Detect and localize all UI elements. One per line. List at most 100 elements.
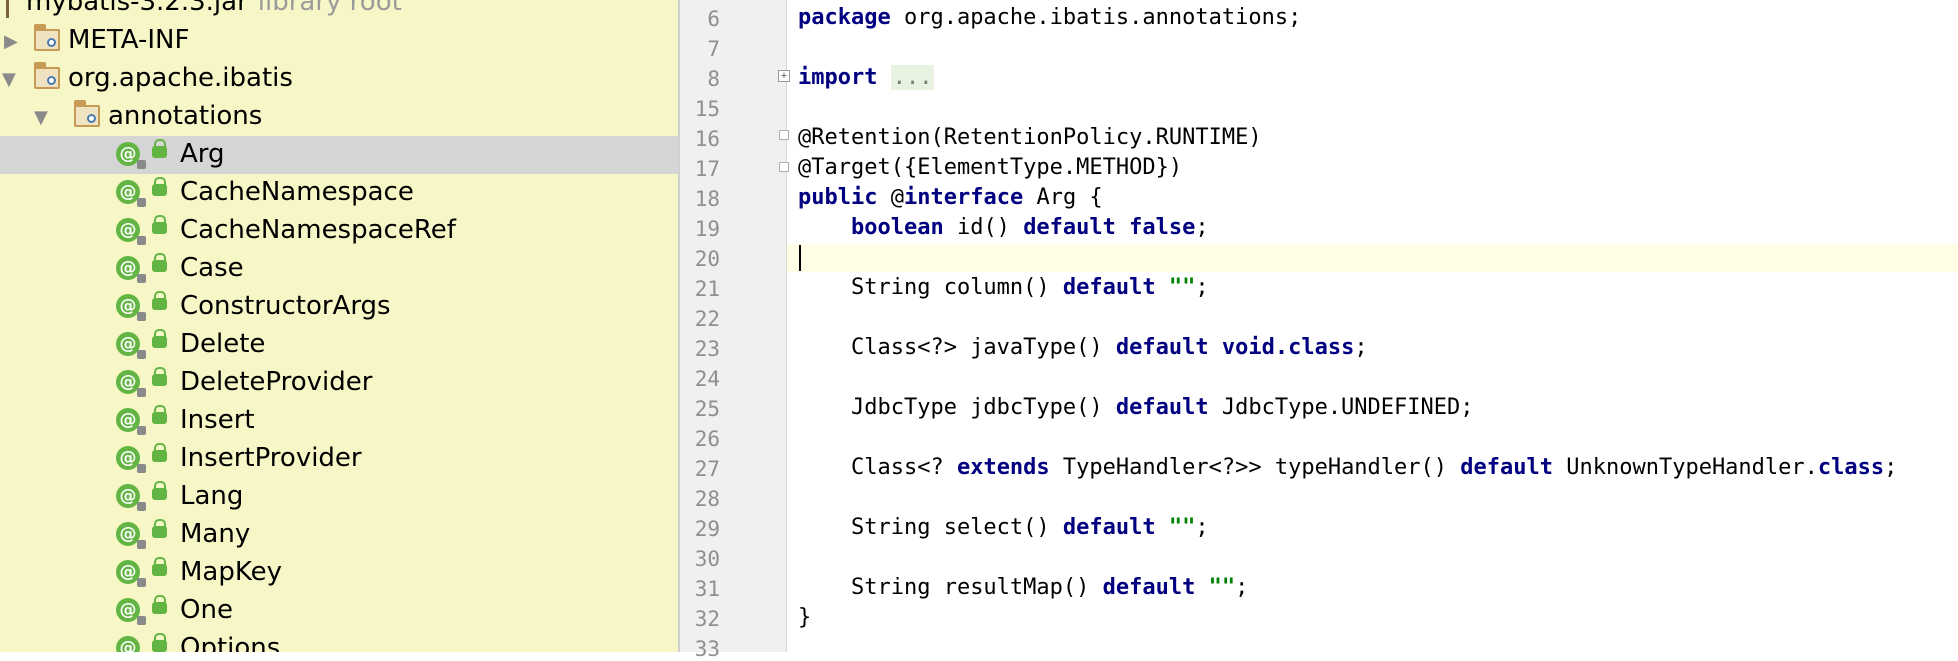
collapsed-imports[interactable]: ... (890, 65, 935, 90)
line-number[interactable]: 7 (680, 37, 720, 61)
code-line-23[interactable]: Class<?> javaType() default void.class; (798, 335, 1368, 360)
tree-item-annotation[interactable]: @ Lang (0, 478, 678, 516)
lock-icon (152, 557, 167, 576)
folder-label: annotations (108, 101, 263, 131)
tree-item-annotation[interactable]: @ Case (0, 250, 678, 288)
line-number[interactable]: 19 (680, 217, 720, 241)
line-number[interactable]: 32 (680, 607, 720, 631)
lock-icon (152, 595, 167, 614)
annotation-icon: @ (116, 256, 146, 283)
tree-item-annotation[interactable]: @ CacheNamespace (0, 174, 678, 212)
lock-icon (152, 519, 167, 538)
project-tree-panel: mybatis-3.2.3.jar library root ▶ META-INF… (0, 0, 678, 652)
line-number[interactable]: 20 (680, 247, 720, 271)
tree-item-annotation[interactable]: @ Insert (0, 402, 678, 440)
library-root-hint: library root (257, 0, 402, 17)
line-number[interactable]: 29 (680, 517, 720, 541)
readonly-lock-icon (137, 616, 146, 625)
annotation-icon: @ (116, 180, 146, 207)
tree-item-annotation[interactable]: @ DeleteProvider (0, 364, 678, 402)
package-folder-icon (34, 62, 60, 89)
code-line-17[interactable]: @Target({ElementType.METHOD}) (798, 155, 1182, 180)
annotation-icon: @ (116, 218, 146, 245)
annotation-label: InsertProvider (180, 443, 362, 473)
tree-item-annotations[interactable]: ▼ annotations (0, 98, 678, 136)
lock-icon (152, 633, 167, 652)
line-number[interactable]: 31 (680, 577, 720, 601)
package-folder-icon (34, 24, 60, 51)
current-line-highlight (787, 244, 1958, 272)
line-number[interactable]: 17 (680, 157, 720, 181)
tree-item-annotation[interactable]: @ Many (0, 516, 678, 554)
line-number[interactable]: 30 (680, 547, 720, 571)
annotation-icon: @ (116, 408, 146, 435)
fold-marker-icon[interactable] (779, 162, 789, 172)
code-line-31[interactable]: String resultMap() default ""; (798, 575, 1248, 600)
readonly-lock-icon (137, 502, 146, 511)
code-line-19[interactable]: boolean id() default false; (798, 215, 1209, 240)
tree-item-annotation[interactable]: @ One (0, 592, 678, 630)
annotation-icon: @ (116, 332, 146, 359)
line-number[interactable]: 15 (680, 97, 720, 121)
lock-icon (152, 481, 167, 500)
annotation-icon: @ (116, 598, 146, 625)
code-line-6[interactable]: package org.apache.ibatis.annotations; (798, 5, 1301, 30)
readonly-lock-icon (137, 540, 146, 549)
tree-item-annotation[interactable]: @ ConstructorArgs (0, 288, 678, 326)
line-number[interactable]: 22 (680, 307, 720, 331)
annotation-icon: @ (116, 636, 140, 652)
folder-label: org.apache.ibatis (68, 63, 293, 93)
line-number[interactable]: 8 (680, 67, 720, 91)
folder-label: META-INF (68, 25, 190, 55)
readonly-lock-icon (137, 198, 146, 207)
annotation-label: Options (180, 633, 281, 652)
line-number[interactable]: 24 (680, 367, 720, 391)
expand-arrow-icon[interactable]: ▶ (4, 31, 18, 52)
code-line-8[interactable]: import ... (798, 65, 935, 90)
line-number[interactable]: 26 (680, 427, 720, 451)
lock-icon (152, 253, 167, 272)
readonly-lock-icon (137, 464, 146, 473)
annotation-icon: @ (116, 484, 146, 511)
code-line-21[interactable]: String column() default ""; (798, 275, 1209, 300)
code-line-29[interactable]: String select() default ""; (798, 515, 1209, 540)
tree-item-jar-root[interactable]: mybatis-3.2.3.jar library root (0, 0, 678, 22)
line-number[interactable]: 28 (680, 487, 720, 511)
readonly-lock-icon (137, 388, 146, 397)
text-caret (799, 245, 801, 271)
tree-item-annotation[interactable]: @ CacheNamespaceRef (0, 212, 678, 250)
line-number[interactable]: 18 (680, 187, 720, 211)
fold-marker-icon[interactable] (779, 130, 789, 140)
readonly-lock-icon (137, 274, 146, 283)
code-line-32[interactable]: } (798, 605, 811, 630)
code-editor[interactable] (787, 0, 1958, 652)
line-number[interactable]: 27 (680, 457, 720, 481)
code-line-16[interactable]: @Retention(RetentionPolicy.RUNTIME) (798, 125, 1262, 150)
line-number[interactable]: 33 (680, 637, 720, 661)
expand-fold-icon[interactable]: + (778, 70, 790, 82)
annotation-label: Many (180, 519, 251, 549)
annotation-icon: @ (116, 560, 146, 587)
tree-item-annotation[interactable]: @ Delete (0, 326, 678, 364)
line-number[interactable]: 6 (680, 7, 720, 31)
annotation-label: One (180, 595, 233, 625)
line-number[interactable]: 23 (680, 337, 720, 361)
collapse-arrow-icon[interactable]: ▼ (34, 107, 48, 128)
collapse-arrow-icon[interactable]: ▼ (2, 69, 16, 90)
code-line-18[interactable]: public @interface Arg { (798, 185, 1103, 210)
tree-item-org-apache-ibatis[interactable]: ▼ org.apache.ibatis (0, 60, 678, 98)
line-number[interactable]: 25 (680, 397, 720, 421)
tree-item-meta-inf[interactable]: ▶ META-INF (0, 22, 678, 60)
annotation-label: CacheNamespace (180, 177, 414, 207)
tree-item-annotation[interactable]: @ InsertProvider (0, 440, 678, 478)
tree-item-annotation[interactable]: @ MapKey (0, 554, 678, 592)
tree-item-annotation[interactable]: @ Arg (0, 136, 678, 174)
tree-item-annotation[interactable]: @ Options (0, 630, 678, 652)
package-folder-icon (74, 100, 100, 127)
code-line-27[interactable]: Class<? extends TypeHandler<?>> typeHand… (798, 455, 1897, 480)
annotation-label: CacheNamespaceRef (180, 215, 456, 245)
code-line-25[interactable]: JdbcType jdbcType() default JdbcType.UND… (798, 395, 1474, 420)
line-number[interactable]: 16 (680, 127, 720, 151)
line-number[interactable]: 21 (680, 277, 720, 301)
annotation-label: ConstructorArgs (180, 291, 391, 321)
